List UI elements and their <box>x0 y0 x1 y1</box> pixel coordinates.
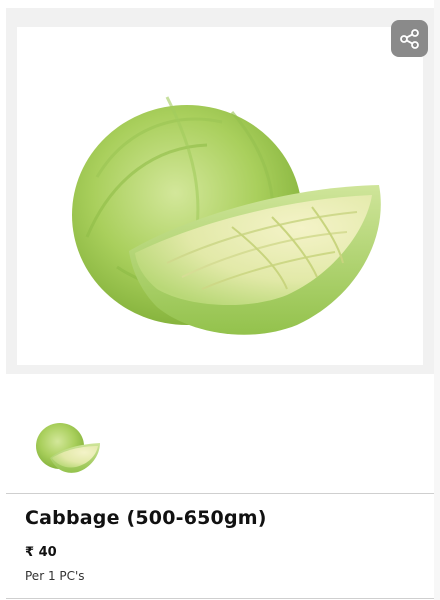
share-icon <box>399 28 419 49</box>
cabbage-image <box>72 96 381 335</box>
divider <box>6 493 434 494</box>
cabbage-thumbnail-image <box>36 423 100 473</box>
product-image[interactable] <box>17 27 423 365</box>
product-title: Cabbage (500-650gm) <box>25 507 267 529</box>
share-button[interactable] <box>391 20 428 57</box>
product-unit: Per 1 PC's <box>25 569 85 583</box>
product-price: ₹ 40 <box>25 545 57 560</box>
divider-bottom <box>6 598 434 599</box>
thumbnail-cabbage[interactable] <box>30 408 106 484</box>
product-image-frame <box>6 8 434 374</box>
page-edge <box>434 0 440 600</box>
